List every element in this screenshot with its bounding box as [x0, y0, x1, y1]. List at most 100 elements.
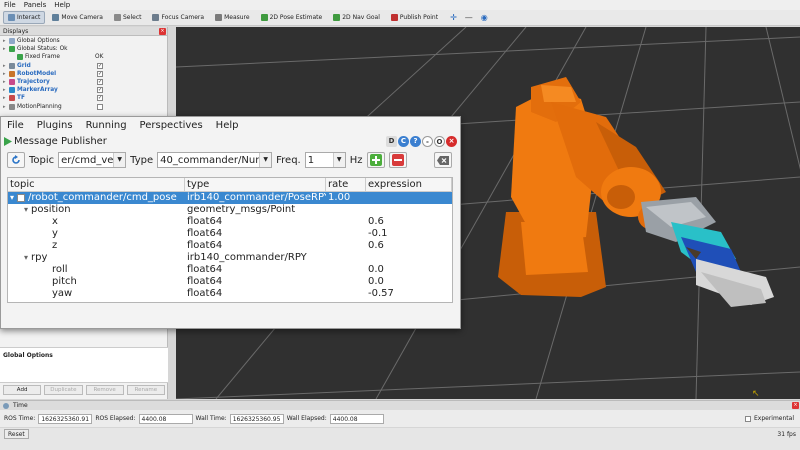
- remove-button[interactable]: Remove: [85, 385, 124, 395]
- row-expression[interactable]: -0.1: [366, 228, 452, 240]
- row-topic: position: [31, 204, 71, 215]
- menu-help[interactable]: Help: [54, 1, 70, 9]
- reset-button[interactable]: Reset: [4, 429, 29, 439]
- topic-combo[interactable]: er/cmd_vel ▼: [58, 152, 127, 168]
- refresh-button[interactable]: [7, 152, 25, 168]
- expand-arrow-icon[interactable]: ▾: [24, 252, 28, 264]
- freq-value: 1: [307, 154, 315, 166]
- toolbar-pose-estimate-button[interactable]: 2D Pose Estimate: [257, 11, 327, 24]
- table-row[interactable]: z float64 0.6: [8, 240, 452, 252]
- enabled-checkbox[interactable]: ✓: [97, 87, 103, 94]
- row-rate[interactable]: [326, 252, 366, 264]
- remove-publisher-button[interactable]: [388, 152, 407, 168]
- float-icon[interactable]: O: [434, 136, 445, 147]
- enable-checkbox[interactable]: [17, 194, 26, 202]
- close-icon[interactable]: ×: [446, 136, 457, 147]
- row-rate[interactable]: [326, 276, 366, 288]
- toolbar-focus-camera-button[interactable]: Focus Camera: [148, 11, 208, 24]
- col-rate[interactable]: rate: [326, 178, 366, 191]
- table-row[interactable]: yaw float64 -0.57: [8, 288, 452, 300]
- enabled-checkbox[interactable]: ✓: [97, 95, 103, 102]
- table-header: topic type rate expression: [8, 178, 452, 192]
- rqt-menu-help[interactable]: Help: [216, 120, 239, 131]
- table-row[interactable]: roll float64 0.0: [8, 264, 452, 276]
- menu-file[interactable]: File: [4, 1, 16, 9]
- display-item[interactable]: ▸ MotionPlanning: [0, 103, 167, 111]
- display-item[interactable]: ▸ RobotModel ✓: [0, 70, 167, 78]
- rqt-menu-file[interactable]: File: [7, 120, 24, 131]
- rename-button[interactable]: Rename: [126, 385, 165, 395]
- row-expression[interactable]: [366, 204, 452, 216]
- enabled-checkbox[interactable]: ✓: [97, 70, 103, 77]
- row-rate[interactable]: [326, 204, 366, 216]
- row-rate[interactable]: [326, 228, 366, 240]
- robot-model: [498, 77, 774, 307]
- eye-icon[interactable]: ◉: [481, 13, 488, 22]
- menu-panels[interactable]: Panels: [24, 1, 47, 9]
- clear-button[interactable]: [434, 152, 452, 168]
- display-item[interactable]: ▸ TF ✓: [0, 94, 167, 102]
- table-row[interactable]: ▾ /robot_commander/cmd_pose irb140_command…: [8, 192, 452, 204]
- freq-combo[interactable]: 1 ▼: [304, 152, 346, 168]
- toolbar-label: Move Camera: [61, 14, 103, 21]
- row-rate[interactable]: [326, 240, 366, 252]
- dock-icon[interactable]: D: [386, 136, 397, 147]
- duplicate-button[interactable]: Duplicate: [44, 385, 83, 395]
- topic-value: er/cmd_vel: [61, 154, 117, 166]
- toolbar-select-button[interactable]: Select: [110, 11, 146, 24]
- crosshair-icon[interactable]: ✛: [450, 13, 457, 22]
- row-expression[interactable]: [366, 252, 452, 264]
- row-rate[interactable]: [326, 216, 366, 228]
- close-icon[interactable]: ×: [792, 402, 799, 409]
- expand-arrow-icon[interactable]: ▾: [10, 192, 14, 204]
- row-rate[interactable]: [326, 264, 366, 276]
- display-label: RobotModel: [17, 70, 57, 77]
- enabled-checkbox[interactable]: ✓: [97, 62, 103, 69]
- toolbar-interact-button[interactable]: Interact: [3, 11, 46, 24]
- add-publisher-button[interactable]: [366, 152, 385, 168]
- add-button[interactable]: Add: [3, 385, 42, 395]
- display-item[interactable]: ▸ MarkerArray ✓: [0, 86, 167, 94]
- toolbar-measure-button[interactable]: Measure: [211, 11, 254, 24]
- help-icon[interactable]: ?: [410, 136, 421, 147]
- enabled-checkbox[interactable]: ✓: [97, 79, 103, 86]
- table-row[interactable]: ▾ position geometry_msgs/Point: [8, 204, 452, 216]
- rqt-menu-running[interactable]: Running: [86, 120, 127, 131]
- row-expression[interactable]: -0.57: [366, 288, 452, 300]
- expand-arrow-icon[interactable]: ▾: [24, 204, 28, 216]
- reload-icon[interactable]: C: [398, 136, 409, 147]
- display-item[interactable]: ▸ Global Options: [0, 37, 167, 45]
- experimental-checkbox[interactable]: [744, 415, 751, 422]
- row-expression[interactable]: 0.6: [366, 240, 452, 252]
- row-rate[interactable]: [326, 288, 366, 300]
- ros-elapsed-field: 4400.08: [138, 413, 193, 424]
- display-item[interactable]: ▸ Grid ✓: [0, 62, 167, 70]
- table-row[interactable]: y float64 -0.1: [8, 228, 452, 240]
- row-expression[interactable]: 0.0: [366, 276, 452, 288]
- row-expression[interactable]: 0.0: [366, 264, 452, 276]
- toolbar-nav-goal-button[interactable]: 2D Nav Goal: [329, 11, 384, 24]
- table-row[interactable]: pitch float64 0.0: [8, 276, 452, 288]
- row-expression[interactable]: 0.6: [366, 216, 452, 228]
- col-type[interactable]: type: [185, 178, 326, 191]
- display-item[interactable]: ▸ Global Status: Ok: [0, 45, 167, 53]
- minus-icon[interactable]: —: [465, 13, 473, 22]
- focus-camera-icon: [152, 14, 160, 21]
- row-rate[interactable]: 1.00: [326, 192, 366, 204]
- display-item[interactable]: Fixed Frame OK: [0, 53, 167, 61]
- type-combo[interactable]: 40_commander/Num ▼: [157, 152, 273, 168]
- close-icon[interactable]: ×: [159, 27, 166, 35]
- toolbar-move-camera-button[interactable]: Move Camera: [48, 11, 107, 24]
- minimize-icon[interactable]: -: [422, 136, 433, 147]
- rqt-menu-perspectives[interactable]: Perspectives: [140, 120, 203, 131]
- enabled-checkbox[interactable]: [97, 103, 103, 110]
- display-label: Fixed Frame: [25, 54, 60, 61]
- col-expression[interactable]: expression: [366, 178, 452, 191]
- table-row[interactable]: ▾ rpy irb140_commander/RPY: [8, 252, 452, 264]
- display-item[interactable]: ▸ Trajectory ✓: [0, 78, 167, 86]
- table-row[interactable]: x float64 0.6: [8, 216, 452, 228]
- toolbar-publish-point-button[interactable]: Publish Point: [387, 11, 442, 24]
- col-topic[interactable]: topic: [8, 178, 185, 191]
- row-expression[interactable]: [366, 192, 452, 204]
- rqt-menu-plugins[interactable]: Plugins: [37, 120, 73, 131]
